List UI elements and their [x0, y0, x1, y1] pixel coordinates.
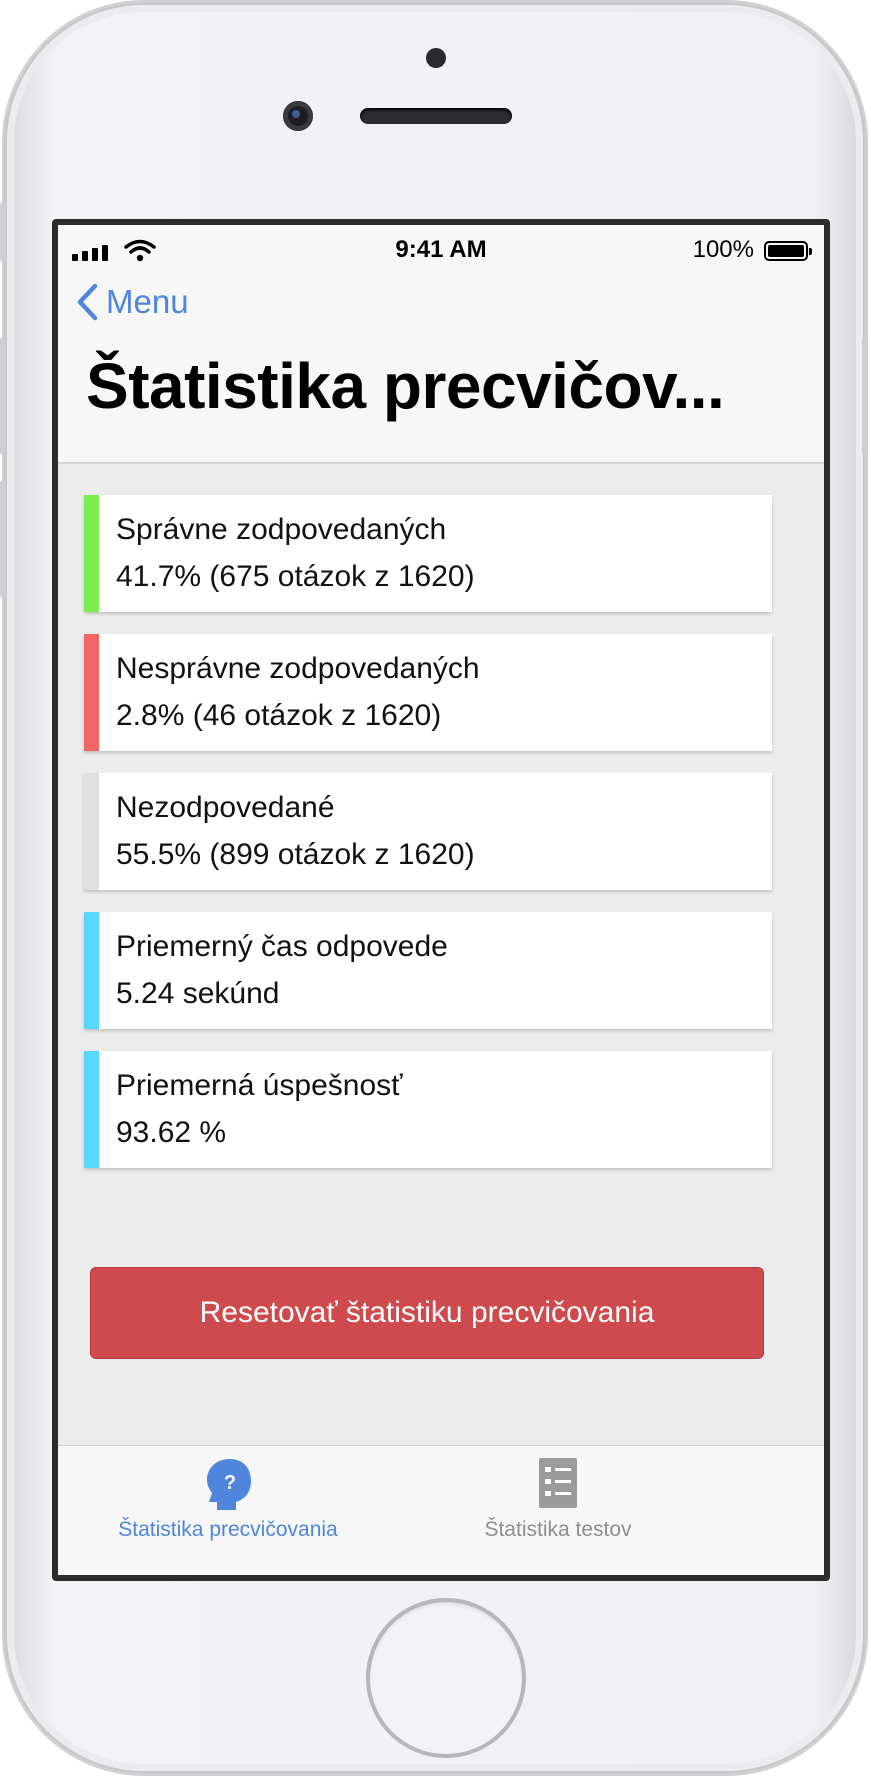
svg-text:?: ?	[224, 1472, 236, 1494]
stat-value: 41.7% (675 otázok z 1620)	[116, 560, 475, 593]
stats-list: Správne zodpovedaných 41.7% (675 otázok …	[84, 495, 772, 1190]
reset-statistics-button[interactable]: Resetovať štatistiku precvičovania	[90, 1267, 764, 1359]
stat-value: 2.8% (46 otázok z 1620)	[116, 699, 442, 732]
stat-color-bar	[84, 634, 99, 751]
home-button[interactable]	[366, 1598, 526, 1758]
volume-up-button	[0, 337, 6, 455]
stat-color-bar	[84, 773, 99, 890]
stat-value: 93.62 %	[116, 1116, 227, 1149]
stat-card-average-time: Priemerný čas odpovede 5.24 sekúnd	[84, 912, 772, 1029]
chevron-left-icon	[77, 283, 98, 321]
navigation-bar: Menu Štatistika precvičov...	[58, 269, 824, 464]
tab-test-statistics[interactable]: Štatistika testov	[458, 1446, 658, 1575]
head-question-icon: ?	[207, 1459, 251, 1510]
stat-color-bar	[84, 912, 99, 1029]
stat-value: 55.5% (899 otázok z 1620)	[116, 838, 475, 871]
battery-full-icon	[764, 241, 812, 261]
sensor-dot	[426, 48, 446, 68]
checklist-icon	[539, 1458, 577, 1508]
back-button[interactable]: Menu	[76, 283, 189, 321]
tab-label: Štatistika testov	[484, 1518, 632, 1541]
stat-card-incorrect: Nesprávne zodpovedaných 2.8% (46 otázok …	[84, 634, 772, 751]
status-bar: 9:41 AM 100%	[58, 225, 824, 269]
battery-percent: 100%	[692, 236, 754, 263]
stat-card-unanswered: Nezodpovedané 55.5% (899 otázok z 1620)	[84, 773, 772, 890]
stat-card-correct: Správne zodpovedaných 41.7% (675 otázok …	[84, 495, 772, 612]
earpiece-speaker	[360, 108, 512, 124]
stat-label: Nezodpovedané	[116, 791, 335, 824]
stat-label: Priemerná úspešnosť	[116, 1069, 403, 1102]
back-button-label: Menu	[106, 283, 189, 320]
tab-bar: ? Štatistika precvičovania Štatistika te…	[58, 1445, 824, 1575]
stat-label: Nesprávne zodpovedaných	[116, 652, 480, 685]
power-button	[862, 337, 868, 455]
mute-switch	[0, 202, 6, 262]
tab-label: Štatistika precvičovania	[118, 1518, 338, 1541]
stat-card-average-success: Priemerná úspešnosť 93.62 %	[84, 1051, 772, 1168]
stat-value: 5.24 sekúnd	[116, 977, 280, 1010]
stat-color-bar	[84, 1051, 99, 1168]
volume-down-button	[0, 480, 6, 598]
tab-practice-statistics[interactable]: ? Štatistika precvičovania	[98, 1446, 358, 1575]
page-title: Štatistika precvičov...	[86, 350, 725, 422]
screen: 9:41 AM 100% Menu Štatistika precvičov..…	[52, 219, 830, 1581]
stat-color-bar	[84, 495, 99, 612]
stat-label: Správne zodpovedaných	[116, 513, 447, 546]
app: 9:41 AM 100% Menu Štatistika precvičov..…	[58, 225, 824, 1575]
stat-label: Priemerný čas odpovede	[116, 930, 448, 963]
front-camera	[283, 101, 313, 131]
